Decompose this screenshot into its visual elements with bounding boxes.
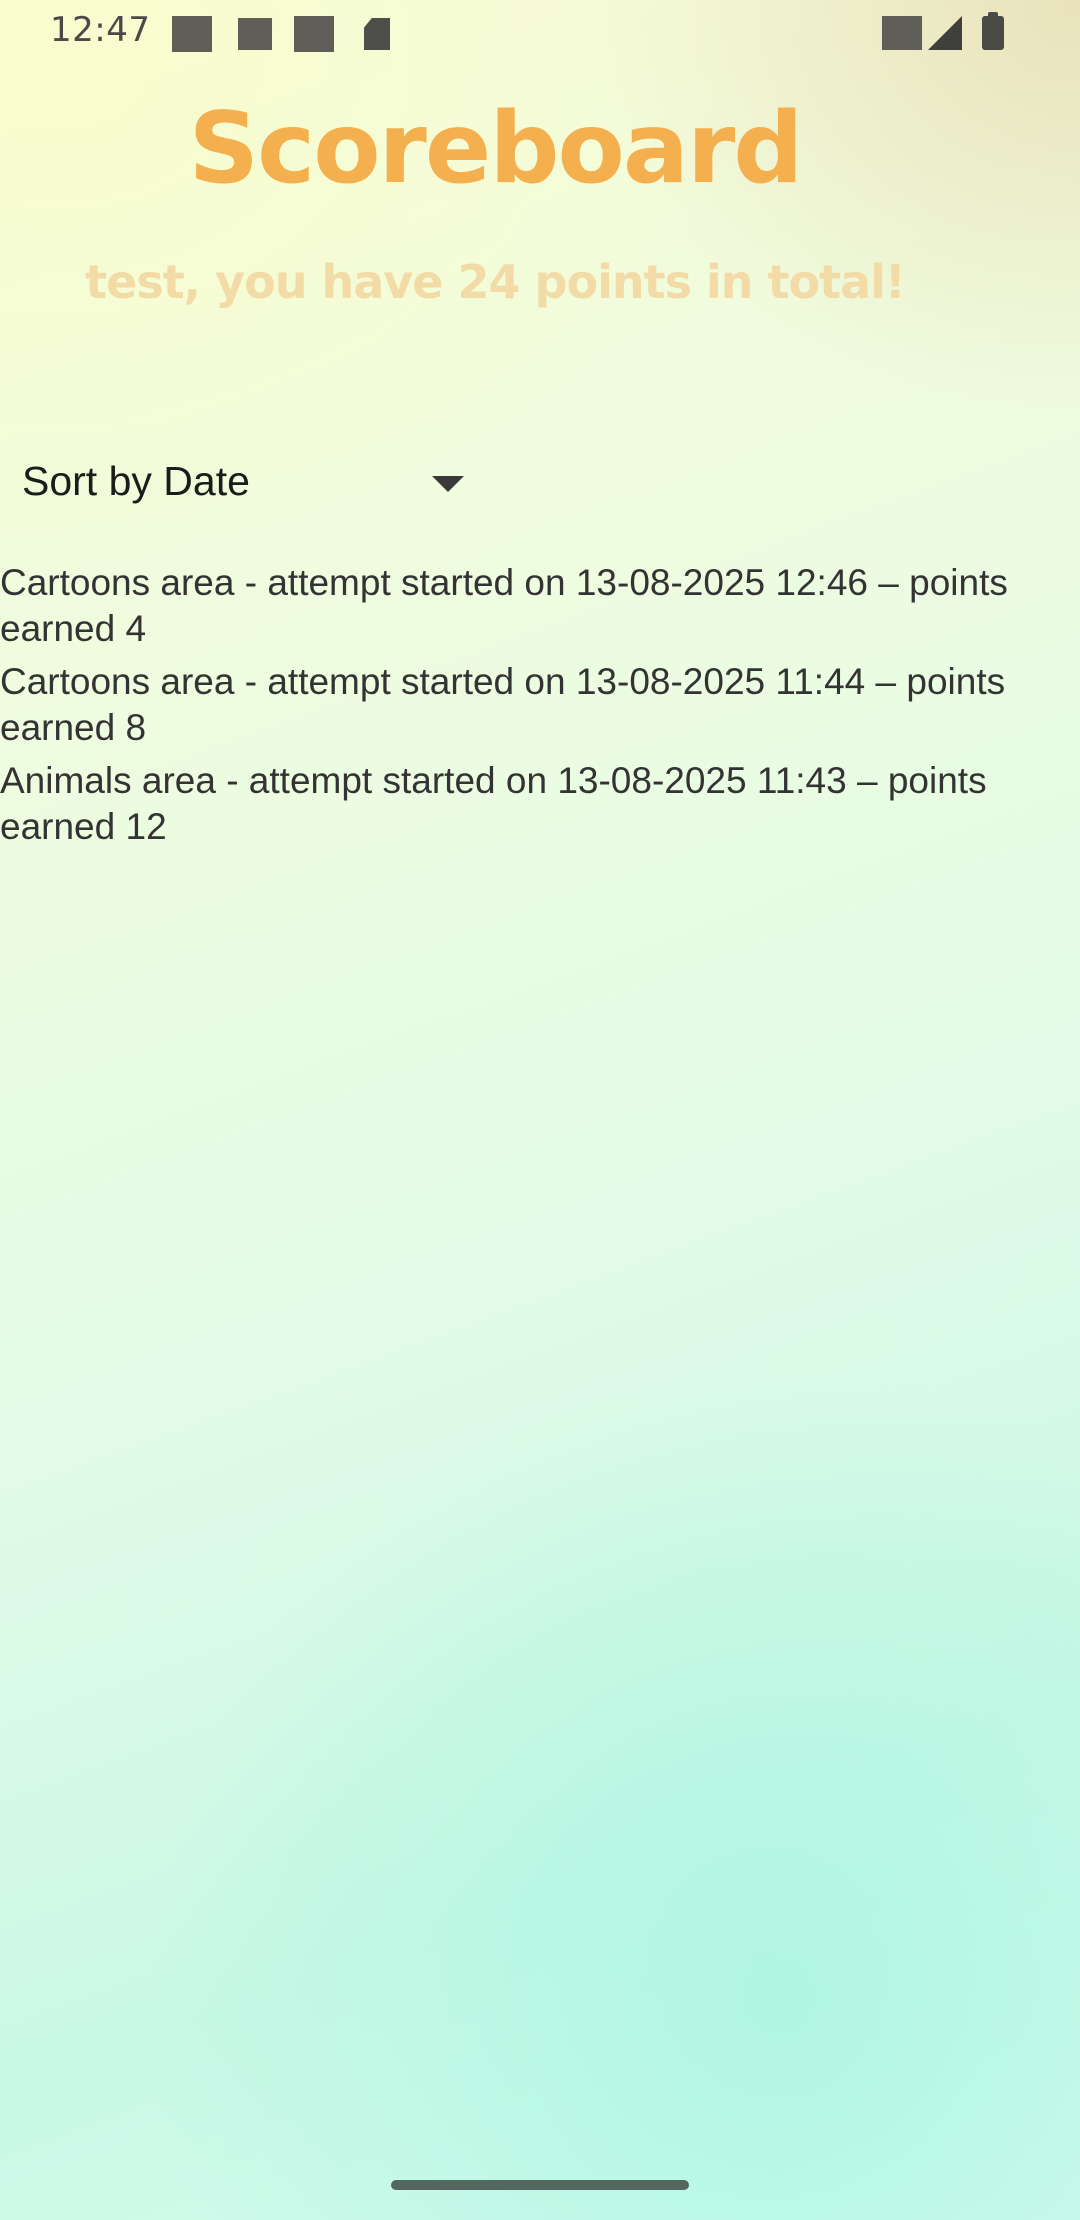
notification-icon — [172, 16, 212, 52]
notification-icon — [294, 16, 334, 52]
home-indicator[interactable] — [391, 2180, 689, 2190]
attempt-item[interactable]: Animals area - attempt started on 13-08-… — [0, 758, 1080, 850]
sort-dropdown[interactable]: Sort by Date — [0, 440, 490, 528]
attempt-item[interactable]: Cartoons area - attempt started on 13-08… — [0, 659, 1080, 751]
notification-icon — [238, 18, 272, 50]
page-title: Scoreboard — [188, 92, 804, 206]
attempt-list: Cartoons area - attempt started on 13-08… — [0, 560, 1080, 857]
wifi-icon — [882, 16, 922, 50]
dropdown-arrow-icon — [432, 476, 464, 492]
status-bar: 12:47 — [0, 0, 1080, 64]
battery-icon — [982, 12, 1004, 50]
sort-selected-value: Sort by Date — [22, 458, 250, 504]
status-time: 12:47 — [50, 10, 151, 50]
points-summary: test, you have 24 points in total! — [85, 255, 906, 309]
signal-icon — [928, 16, 962, 50]
sd-card-icon — [364, 18, 390, 50]
attempt-item[interactable]: Cartoons area - attempt started on 13-08… — [0, 560, 1080, 652]
